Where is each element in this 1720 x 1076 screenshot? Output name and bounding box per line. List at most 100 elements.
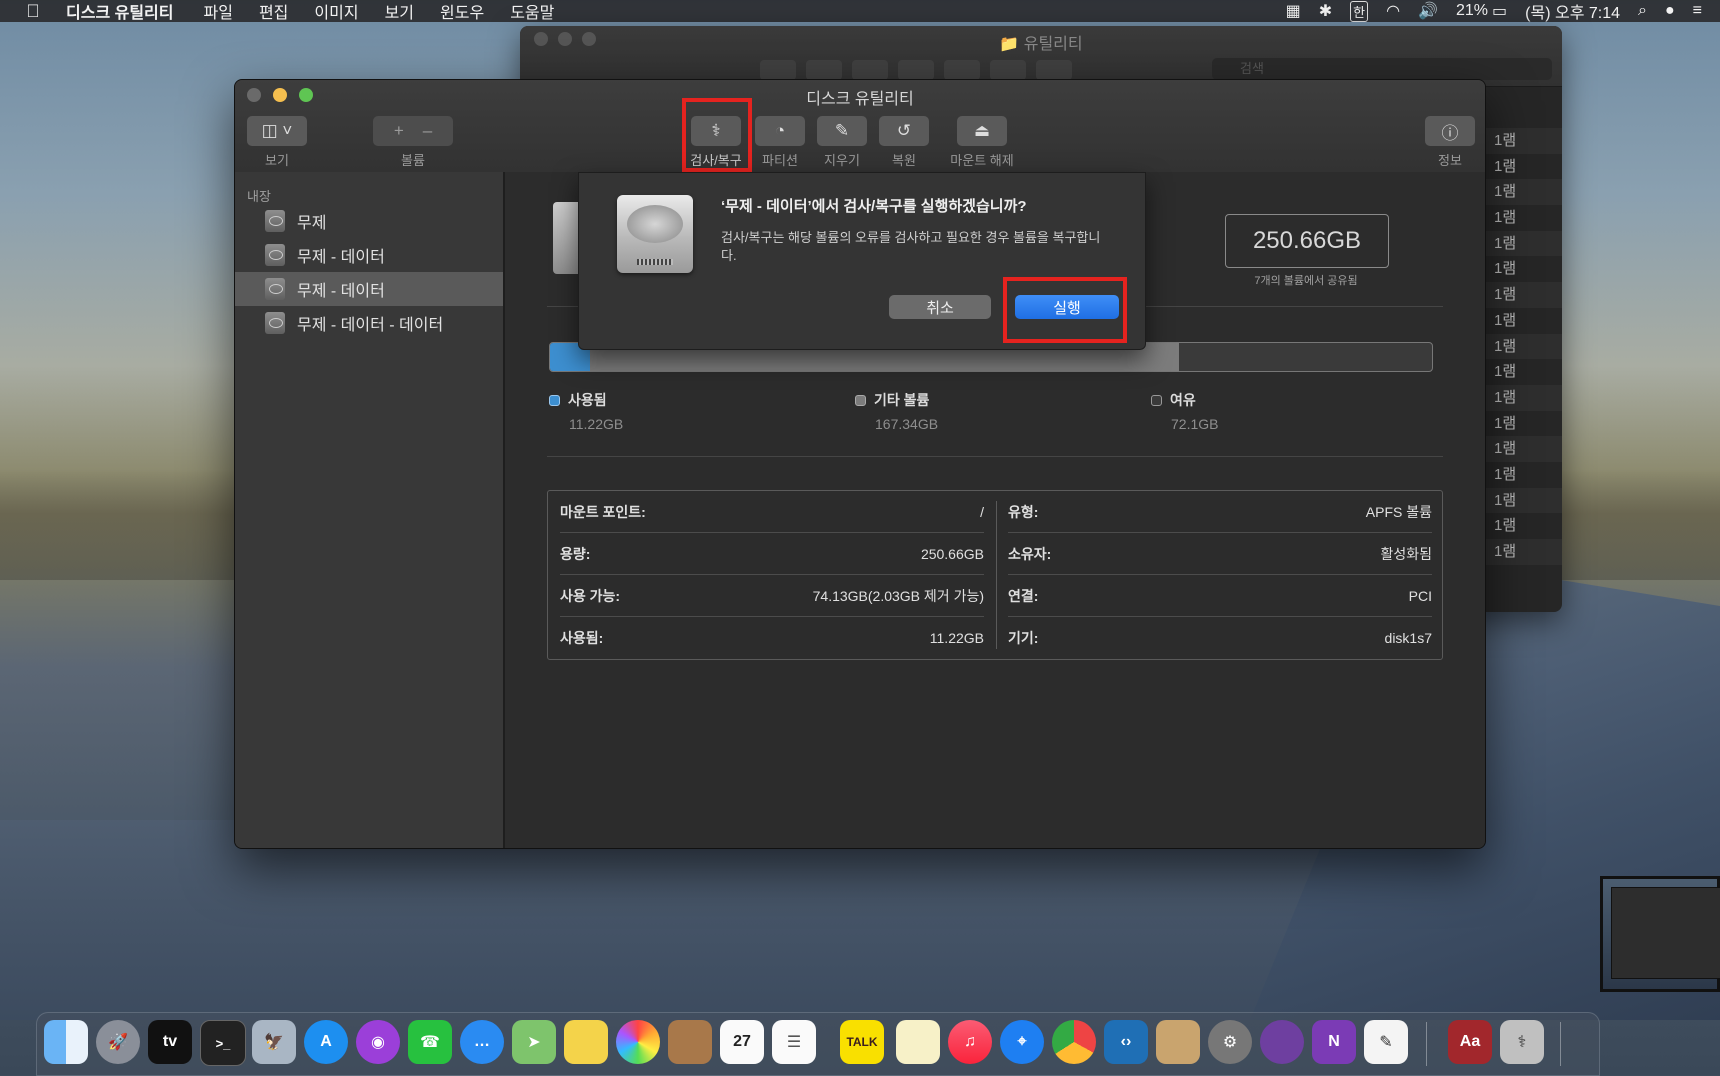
sidebar-item-volume[interactable]: 무제 - 데이터 [235, 238, 503, 272]
dictionary-dock-icon[interactable]: Aa [1448, 1020, 1492, 1064]
music-dock-icon[interactable]: ♫ [948, 1020, 992, 1064]
podcasts-dock-icon[interactable]: ◉ [356, 1020, 400, 1064]
vscode-dock-icon[interactable]: ‹› [1104, 1020, 1148, 1064]
facetime-dock-icon[interactable]: ☎ [408, 1020, 452, 1064]
finder-group-button[interactable] [944, 60, 980, 80]
finder-list-row[interactable]: 1램 [1486, 154, 1562, 180]
terminal-dock-icon[interactable]: >_ [200, 1020, 246, 1066]
finder-view-button[interactable] [760, 60, 796, 80]
wifi-icon[interactable]: ◠ [1386, 1, 1400, 21]
finder-list-row[interactable]: 1램 [1486, 462, 1562, 488]
volume-icon[interactable]: 🔊 [1418, 1, 1438, 21]
legend-other-value: 167.34GB [875, 416, 939, 432]
finder-list-row[interactable]: 1램 [1486, 128, 1562, 154]
finder-list-row[interactable]: 1램 [1486, 539, 1562, 565]
menu-edit[interactable]: 편집 [259, 0, 288, 23]
legend-used-label: 사용됨 [568, 392, 607, 408]
siri-icon[interactable]: ● [1665, 2, 1675, 20]
apple-menu-icon[interactable]:  [0, 1, 66, 22]
clock[interactable]: (목) 오후 7:14 [1525, 0, 1620, 23]
finder-view-button[interactable] [806, 60, 842, 80]
menu-view[interactable]: 보기 [385, 0, 414, 23]
github-desktop-dock-icon[interactable] [1260, 1020, 1304, 1064]
sidebar-item-volume[interactable]: 무제 - 데이터 - 데이터 [235, 306, 503, 340]
finder-view-button[interactable] [852, 60, 888, 80]
volume-add-remove-buttons[interactable]: + – [373, 116, 453, 146]
partition-label: 파티션 [762, 153, 798, 168]
finder-list-row[interactable]: 1램 [1486, 436, 1562, 462]
disk-icon [265, 210, 285, 232]
preview-dock-icon[interactable]: 🦅 [252, 1020, 296, 1064]
finder-search-input[interactable]: 검색 [1212, 58, 1552, 80]
messages-dock-icon[interactable]: … [460, 1020, 504, 1064]
sidebar-view-button[interactable]: ◫ ˅ [247, 116, 307, 146]
thumbnail-preview [1611, 887, 1720, 979]
plus-icon[interactable]: + [394, 121, 404, 141]
legend-other: 기타 볼륨 [855, 390, 929, 410]
finder-list-row[interactable]: 1램 [1486, 205, 1562, 231]
info-row-type: 유형: APFS 볼륨 [1008, 491, 1432, 533]
archive-utility-dock-icon[interactable] [1156, 1020, 1200, 1064]
apple-tv-dock-icon[interactable]: tv [148, 1020, 192, 1064]
notes-dock-icon[interactable] [896, 1020, 940, 1064]
stickies-dock-icon[interactable] [564, 1020, 608, 1064]
menu-app-name[interactable]: 디스크 유틸리티 [66, 0, 174, 23]
battery-icon[interactable]: ▭ [1492, 1, 1507, 21]
minus-icon[interactable]: – [423, 121, 432, 141]
photos-dock-icon[interactable] [616, 1020, 660, 1064]
menu-window[interactable]: 윈도우 [440, 0, 484, 23]
finder-view-button[interactable] [898, 60, 934, 80]
cancel-button[interactable]: 취소 [889, 295, 991, 319]
maps-dock-icon[interactable]: ➤ [512, 1020, 556, 1064]
unmount-button[interactable]: ⏏ [957, 116, 1007, 146]
finder-list-row[interactable]: 1램 [1486, 333, 1562, 360]
finder-list-row[interactable]: 1램 [1486, 384, 1562, 411]
safari-dock-icon[interactable]: ⌖ [1000, 1020, 1044, 1064]
reminders-dock-icon[interactable]: ☰ [772, 1020, 816, 1064]
battery-percent[interactable]: 21% [1456, 2, 1488, 20]
contacts-dock-icon[interactable] [668, 1020, 712, 1064]
finder-action-button[interactable] [990, 60, 1026, 80]
textedit-dock-icon[interactable]: ✎ [1364, 1020, 1408, 1064]
finder-list-row[interactable]: 1램 [1486, 282, 1562, 308]
sidebar-item-volume[interactable]: 무제 [235, 204, 503, 238]
restore-button[interactable]: ↺ [879, 116, 929, 146]
finder-title-text: 유틸리티 [1023, 36, 1083, 53]
menu-image[interactable]: 이미지 [314, 0, 358, 23]
spotlight-icon[interactable]: ⌕ [1638, 2, 1647, 20]
input-method-indicator[interactable]: 한 [1350, 0, 1369, 22]
disk-utility-dock-icon[interactable]: ⚕ [1500, 1020, 1544, 1064]
finder-dock-icon[interactable] [44, 1020, 88, 1064]
finder-list-row[interactable]: 1램 [1486, 487, 1562, 514]
legend-other-label: 기타 볼륨 [874, 392, 930, 408]
info-button[interactable]: ⓘ [1425, 116, 1475, 146]
finder-list-row[interactable]: 1램 [1486, 513, 1562, 539]
finder-list-row[interactable]: 1램 [1486, 359, 1562, 385]
screenshot-thumbnail[interactable] [1600, 876, 1720, 992]
menu-file[interactable]: 파일 [204, 0, 233, 23]
eject-icon: ⏏ [973, 121, 991, 140]
bluetooth-icon[interactable]: ✱ [1319, 1, 1332, 21]
sidebar-item-volume-selected[interactable]: 무제 - 데이터 [235, 272, 503, 306]
finder-list-row[interactable]: 1램 [1486, 411, 1562, 437]
finder-list-row[interactable]: 1램 [1486, 230, 1562, 257]
system-preferences-dock-icon[interactable]: ⚙ [1208, 1020, 1252, 1064]
app-store-dock-icon[interactable]: A [304, 1020, 348, 1064]
onenote-dock-icon[interactable]: N [1312, 1020, 1356, 1064]
volume-label: 볼륨 [401, 153, 425, 168]
finder-list-row[interactable]: 1램 [1486, 308, 1562, 334]
finder-list-row[interactable]: 1램 [1486, 256, 1562, 282]
window-tiling-icon[interactable]: ▦ [1286, 1, 1301, 21]
calendar-dock-icon[interactable]: 27 [720, 1020, 764, 1064]
partition-button[interactable]: ◔ [755, 116, 805, 146]
erase-button[interactable]: ✎ [817, 116, 867, 146]
chrome-dock-icon[interactable] [1052, 1020, 1096, 1064]
menu-help[interactable]: 도움말 [510, 0, 554, 23]
finder-share-button[interactable] [1036, 60, 1072, 80]
notification-center-icon[interactable]: ≡ [1693, 2, 1702, 20]
info-value: / [980, 504, 984, 520]
finder-list-row[interactable]: 1램 [1486, 179, 1562, 206]
launchpad-dock-icon[interactable]: 🚀 [96, 1020, 140, 1064]
divider [547, 456, 1443, 457]
kakaotalk-dock-icon[interactable]: TALK [840, 1020, 884, 1064]
